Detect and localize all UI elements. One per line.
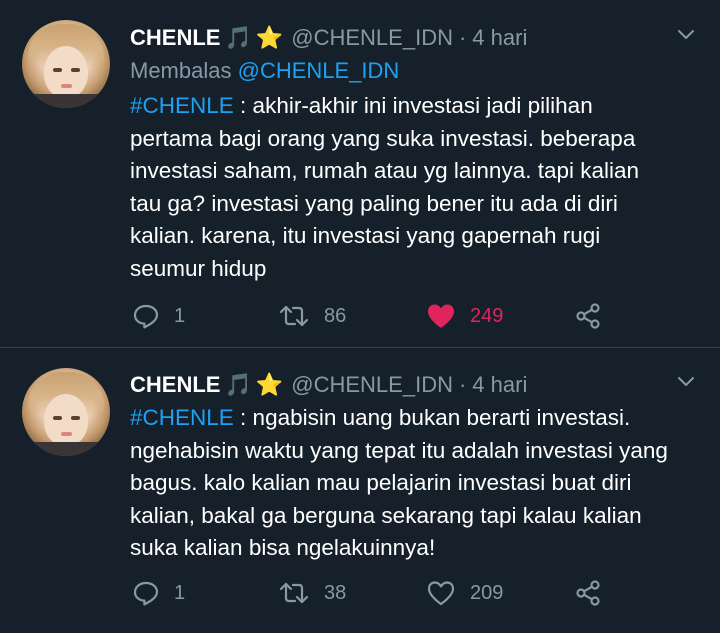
tweet-text-line: pertama bagi orang yang suka investasi. … [130,125,636,151]
separator-dot: · [458,372,467,397]
share-button[interactable] [574,300,602,332]
retweet-icon [279,305,309,327]
tweet[interactable]: CHENLE 🎵 ⭐ @CHENLE_IDN · 4 hari #CHENLE … [0,348,720,633]
tweet-header: CHENLE 🎵 ⭐ @CHENLE_IDN · 4 hari [130,370,527,400]
tweet-text-line: kalian, bakal ga berguna sekarang tapi k… [130,502,642,528]
replying-to: Membalas @CHENLE_IDN [130,58,399,84]
tweet-text-line: ngehabisin waktu yang tepat itu adalah i… [130,437,668,463]
music-note-icon: 🎵 [224,372,252,397]
hashtag-link[interactable]: #CHENLE [130,93,234,118]
tweet-text: #CHENLE : ngabisin uang bukan berarti in… [130,402,710,565]
like-button[interactable]: 209 [426,577,503,609]
retweet-icon [279,582,309,604]
tweet-text: #CHENLE : akhir-akhir ini investasi jadi… [130,90,710,286]
tweet-text-line: seumur hidup [130,255,267,281]
author-name[interactable]: CHENLE [130,25,220,51]
share-icon [576,303,600,329]
tweet-text-line: bagus. kalo kalian mau pelajarin investa… [130,470,632,496]
timestamp[interactable]: 4 hari [472,372,527,398]
tweet-header: CHENLE 🎵 ⭐ @CHENLE_IDN · 4 hari [130,23,527,53]
reply-button[interactable]: 1 [132,577,185,609]
retweet-button[interactable]: 38 [278,577,346,609]
tweet-text-line: suka kalian bisa ngelakuinnya! [130,535,436,561]
author-name[interactable]: CHENLE [130,372,220,398]
like-count: 209 [470,581,504,604]
reply-count: 1 [174,304,186,327]
tweet-text-line: #CHENLE : ngabisin uang bukan berarti in… [130,402,710,435]
avatar[interactable] [22,20,110,108]
chevron-down-icon[interactable] [676,375,696,389]
replying-to-label: Membalas [130,58,232,83]
tweet-text-segment: : ngabisin uang bukan berarti investasi. [233,405,631,430]
tweet-text-line: tau ga? investasi yang paling bener itu … [130,190,618,216]
reply-count: 1 [174,581,186,604]
timestamp[interactable]: 4 hari [472,25,527,51]
reply-icon [133,581,159,606]
author-handle[interactable]: @CHENLE_IDN [291,372,453,398]
music-note-icon: 🎵 [224,25,252,50]
heart-filled-icon [428,304,454,328]
retweet-count: 86 [324,304,347,327]
share-icon [576,580,600,606]
hashtag-link[interactable]: #CHENLE [130,405,234,430]
tweet-text-segment: : akhir-akhir ini investasi jadi pilihan [233,93,593,118]
share-button[interactable] [574,577,602,609]
tweet-text-line: investasi saham, rumah atau yg lainnya. … [130,158,640,184]
reply-button[interactable]: 1 [132,300,185,332]
reply-mention-link[interactable]: @CHENLE_IDN [238,58,400,83]
star-icon: ⭐ [255,25,284,50]
like-count: 249 [470,304,504,327]
tweet-actions: 1 86 249 [130,300,610,332]
star-icon: ⭐ [255,372,284,397]
tweet-actions: 1 38 209 [130,577,610,609]
like-button[interactable]: 249 [426,300,503,332]
separator-dot: · [458,25,467,50]
chevron-down-icon[interactable] [676,28,696,42]
heart-outline-icon [427,581,455,606]
tweet[interactable]: CHENLE 🎵 ⭐ @CHENLE_IDN · 4 hari Membalas… [0,0,720,348]
reply-icon [133,304,159,329]
retweet-button[interactable]: 86 [278,300,346,332]
author-handle[interactable]: @CHENLE_IDN [291,25,453,51]
retweet-count: 38 [324,581,347,604]
avatar[interactable] [22,368,110,456]
tweet-text-line: #CHENLE : akhir-akhir ini investasi jadi… [130,90,710,123]
tweet-text-line: kalian. karena, itu investasi yang gaper… [130,223,601,249]
